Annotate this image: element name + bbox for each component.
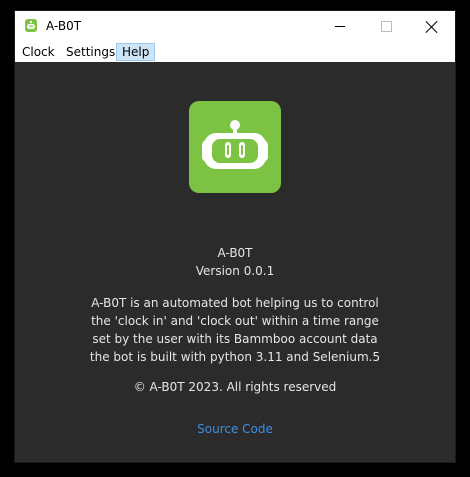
menu-clock[interactable]: Clock	[18, 43, 59, 61]
close-icon	[426, 21, 438, 33]
window-title: A-B0T	[46, 19, 82, 33]
maximize-button[interactable]	[363, 11, 409, 42]
about-content: A-B0T Version 0.0.1 A-B0T is an automate…	[15, 62, 455, 462]
robot-logo-icon	[189, 101, 281, 193]
about-window: A-B0T Clock Settings Help A-B0T Version …	[15, 11, 455, 462]
menu-settings[interactable]: Settings	[62, 43, 119, 61]
app-version: Version 0.0.1	[195, 264, 275, 278]
robot-icon	[25, 19, 37, 32]
source-code-row: Source Code	[15, 420, 455, 438]
close-button[interactable]	[409, 11, 455, 42]
description-line: set by the user with its Bammboo account…	[92, 332, 378, 346]
source-code-link[interactable]: Source Code	[197, 422, 273, 436]
app-name: A-B0T	[217, 246, 253, 260]
menu-help[interactable]: Help	[116, 43, 156, 61]
minimize-button[interactable]	[317, 11, 363, 42]
description-line: the 'clock in' and 'clock out' within a …	[91, 314, 379, 328]
minimize-icon	[335, 26, 345, 27]
menu-bar: Clock Settings Help	[15, 42, 455, 62]
copyright-text: © A-B0T 2023. All rights reserved	[133, 380, 337, 394]
description-line: A-B0T is an automated bot helping us to …	[91, 296, 379, 310]
app-description: A-B0T is an automated bot helping us to …	[15, 294, 455, 366]
description-line: the bot is built with python 3.11 and Se…	[89, 350, 381, 364]
title-bar[interactable]: A-B0T	[15, 11, 455, 42]
maximize-icon	[380, 21, 392, 32]
